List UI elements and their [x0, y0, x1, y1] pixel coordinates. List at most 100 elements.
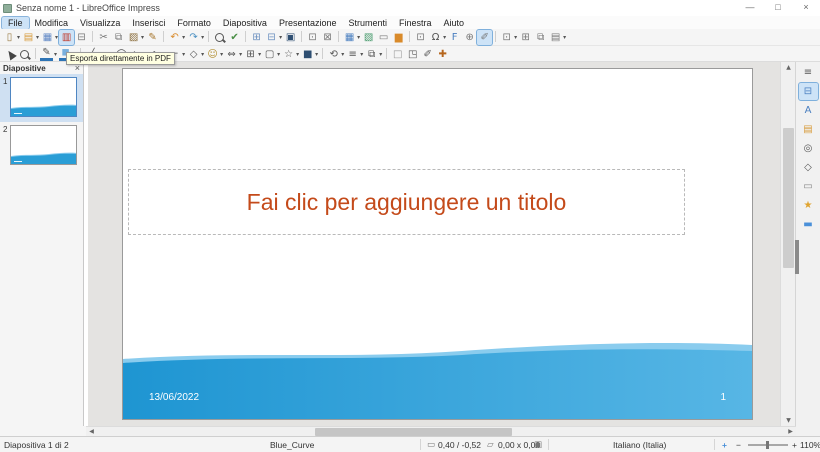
- dropdown-arrow-icon[interactable]: ▾: [341, 51, 344, 58]
- select-icon[interactable]: [2, 47, 17, 62]
- insert-fontwork-icon[interactable]: F: [447, 30, 462, 45]
- menu-inserisci[interactable]: Inserisci: [126, 17, 171, 29]
- minimize-button[interactable]: —: [736, 0, 764, 16]
- snap-guides-icon[interactable]: ⊟▾: [264, 30, 283, 45]
- horizontal-scrollbar[interactable]: ◀ ▶: [86, 426, 796, 436]
- menu-diapositiva[interactable]: Diapositiva: [217, 17, 273, 29]
- sidebar-gallery-icon[interactable]: ▤: [799, 121, 818, 138]
- dropdown-arrow-icon[interactable]: ▾: [201, 34, 204, 41]
- insert-special-character-icon[interactable]: Ω▾: [428, 30, 447, 45]
- unsaved-changes-icon[interactable]: ▣: [534, 440, 542, 450]
- insert-text-box-icon[interactable]: ▭: [376, 30, 391, 45]
- insert-text-frame-icon[interactable]: ⊡: [413, 30, 428, 45]
- new-document-icon[interactable]: ▯▾: [2, 30, 21, 45]
- flowchart-shapes-icon[interactable]: ⊞▾: [243, 47, 262, 62]
- toggle-extrusion-icon[interactable]: ◳: [405, 47, 420, 62]
- scroll-down-icon[interactable]: ▼: [781, 415, 796, 426]
- undo-icon[interactable]: ↶▾: [167, 30, 186, 45]
- vertical-scrollbar[interactable]: ▲ ▼: [780, 62, 795, 426]
- dropdown-arrow-icon[interactable]: ▾: [315, 51, 318, 58]
- menu-finestra[interactable]: Finestra: [393, 17, 438, 29]
- open-folder-icon[interactable]: ▤▾: [21, 30, 40, 45]
- zoom-slider[interactable]: [748, 444, 788, 446]
- show-glue-points-icon[interactable]: ✚: [435, 47, 450, 62]
- title-placeholder[interactable]: Fai clic per aggiungere un titolo: [128, 169, 685, 235]
- slide-thumbnail-row-1[interactable]: 1: [0, 74, 83, 122]
- menu-file[interactable]: File: [2, 17, 29, 29]
- dropdown-arrow-icon[interactable]: ▾: [36, 34, 39, 41]
- zoom-slider-thumb[interactable]: [766, 441, 769, 449]
- dropdown-arrow-icon[interactable]: ▾: [279, 34, 282, 41]
- dropdown-arrow-icon[interactable]: ▾: [443, 34, 446, 41]
- copy-icon[interactable]: ⧉: [111, 30, 126, 45]
- new-slide-icon[interactable]: ⊞: [518, 30, 533, 45]
- arrange-objects-icon[interactable]: ⧉▾: [364, 47, 383, 62]
- scroll-left-icon[interactable]: ◀: [86, 427, 97, 436]
- symbol-shapes-icon[interactable]: ☺▾: [205, 47, 224, 62]
- horizontal-scrollbar-thumb[interactable]: [315, 428, 512, 436]
- export-pdf-icon[interactable]: ▥: [59, 30, 74, 45]
- line-color-icon[interactable]: ✎▾: [39, 47, 58, 62]
- close-button[interactable]: ×: [792, 0, 820, 16]
- dropdown-arrow-icon[interactable]: ▾: [220, 51, 223, 58]
- dropdown-arrow-icon[interactable]: ▾: [54, 51, 57, 58]
- slide-layout-icon[interactable]: ▤▾: [548, 30, 567, 45]
- dropdown-arrow-icon[interactable]: ▾: [182, 34, 185, 41]
- menu-aiuto[interactable]: Aiuto: [438, 17, 471, 29]
- sidebar-navigator-icon[interactable]: ◎: [799, 140, 818, 157]
- sidebar-shapes-icon[interactable]: ◇: [799, 159, 818, 176]
- slide-canvas[interactable]: Fai clic per aggiungere un titolo 13/06/…: [88, 62, 780, 426]
- cut-icon[interactable]: ✂: [96, 30, 111, 45]
- dropdown-arrow-icon[interactable]: ▾: [379, 51, 382, 58]
- zoom-in-button[interactable]: +: [792, 440, 797, 450]
- star-shapes-icon[interactable]: ☆▾: [281, 47, 300, 62]
- insert-image-icon[interactable]: ▧: [361, 30, 376, 45]
- maximize-button[interactable]: □: [764, 0, 792, 16]
- print-icon[interactable]: ⊟: [74, 30, 89, 45]
- paste-icon[interactable]: ▨▾: [126, 30, 145, 45]
- menu-strumenti[interactable]: Strumenti: [343, 17, 394, 29]
- dropdown-arrow-icon[interactable]: ▾: [563, 34, 566, 41]
- dropdown-arrow-icon[interactable]: ▾: [55, 34, 58, 41]
- save-icon[interactable]: ▦▾: [40, 30, 59, 45]
- slide-page[interactable]: Fai clic per aggiungere un titolo 13/06/…: [122, 68, 753, 420]
- dropdown-arrow-icon[interactable]: ▾: [17, 34, 20, 41]
- 3d-objects-icon[interactable]: ■▾: [300, 47, 319, 62]
- slide-thumbnail-row-2[interactable]: 2: [0, 122, 83, 170]
- fit-slide-icon[interactable]: +: [722, 440, 727, 450]
- sidebar-styles-icon[interactable]: A: [799, 102, 818, 119]
- dropdown-arrow-icon[interactable]: ▾: [201, 51, 204, 58]
- insert-hyperlink-icon[interactable]: ⊕: [462, 30, 477, 45]
- zoom-pan-icon[interactable]: [17, 47, 32, 62]
- block-arrows-icon[interactable]: ⇔▾: [224, 47, 243, 62]
- basic-shapes-icon[interactable]: ◇▾: [186, 47, 205, 62]
- dropdown-arrow-icon[interactable]: ▾: [182, 51, 185, 58]
- sidebar-animation-icon[interactable]: ★: [799, 197, 818, 214]
- clone-formatting-icon[interactable]: ✎: [145, 30, 160, 45]
- dropdown-arrow-icon[interactable]: ▾: [141, 34, 144, 41]
- sidebar-slide-transition-icon[interactable]: ▬: [799, 216, 818, 233]
- menu-presentazione[interactable]: Presentazione: [273, 17, 343, 29]
- dropdown-arrow-icon[interactable]: ▾: [514, 34, 517, 41]
- menu-formato[interactable]: Formato: [171, 17, 217, 29]
- sidebar-master-slides-icon[interactable]: ▭: [799, 178, 818, 195]
- scroll-up-icon[interactable]: ▲: [781, 62, 796, 73]
- insert-chart-icon[interactable]: ▆: [391, 30, 406, 45]
- edit-points-icon[interactable]: ✐: [420, 47, 435, 62]
- redo-icon[interactable]: ↷▾: [186, 30, 205, 45]
- zoom-out-button[interactable]: −: [736, 440, 741, 450]
- spelling-icon[interactable]: ✔: [227, 30, 242, 45]
- sidebar-sidebar-settings-icon[interactable]: ≡: [799, 64, 818, 81]
- dropdown-arrow-icon[interactable]: ▾: [296, 51, 299, 58]
- menu-visualizza[interactable]: Visualizza: [74, 17, 126, 29]
- sidebar-properties-icon[interactable]: ⊟: [799, 83, 818, 100]
- find-and-replace-icon[interactable]: [212, 30, 227, 45]
- slide-thumbnail[interactable]: [10, 125, 77, 165]
- dropdown-arrow-icon[interactable]: ▾: [277, 51, 280, 58]
- dropdown-arrow-icon[interactable]: ▾: [357, 34, 360, 41]
- dropdown-arrow-icon[interactable]: ▾: [239, 51, 242, 58]
- master-slide-icon[interactable]: ⊡: [305, 30, 320, 45]
- display-grid-icon[interactable]: ⊞: [249, 30, 264, 45]
- duplicate-slide-icon[interactable]: ⧉: [533, 30, 548, 45]
- vertical-scrollbar-thumb[interactable]: [783, 128, 794, 268]
